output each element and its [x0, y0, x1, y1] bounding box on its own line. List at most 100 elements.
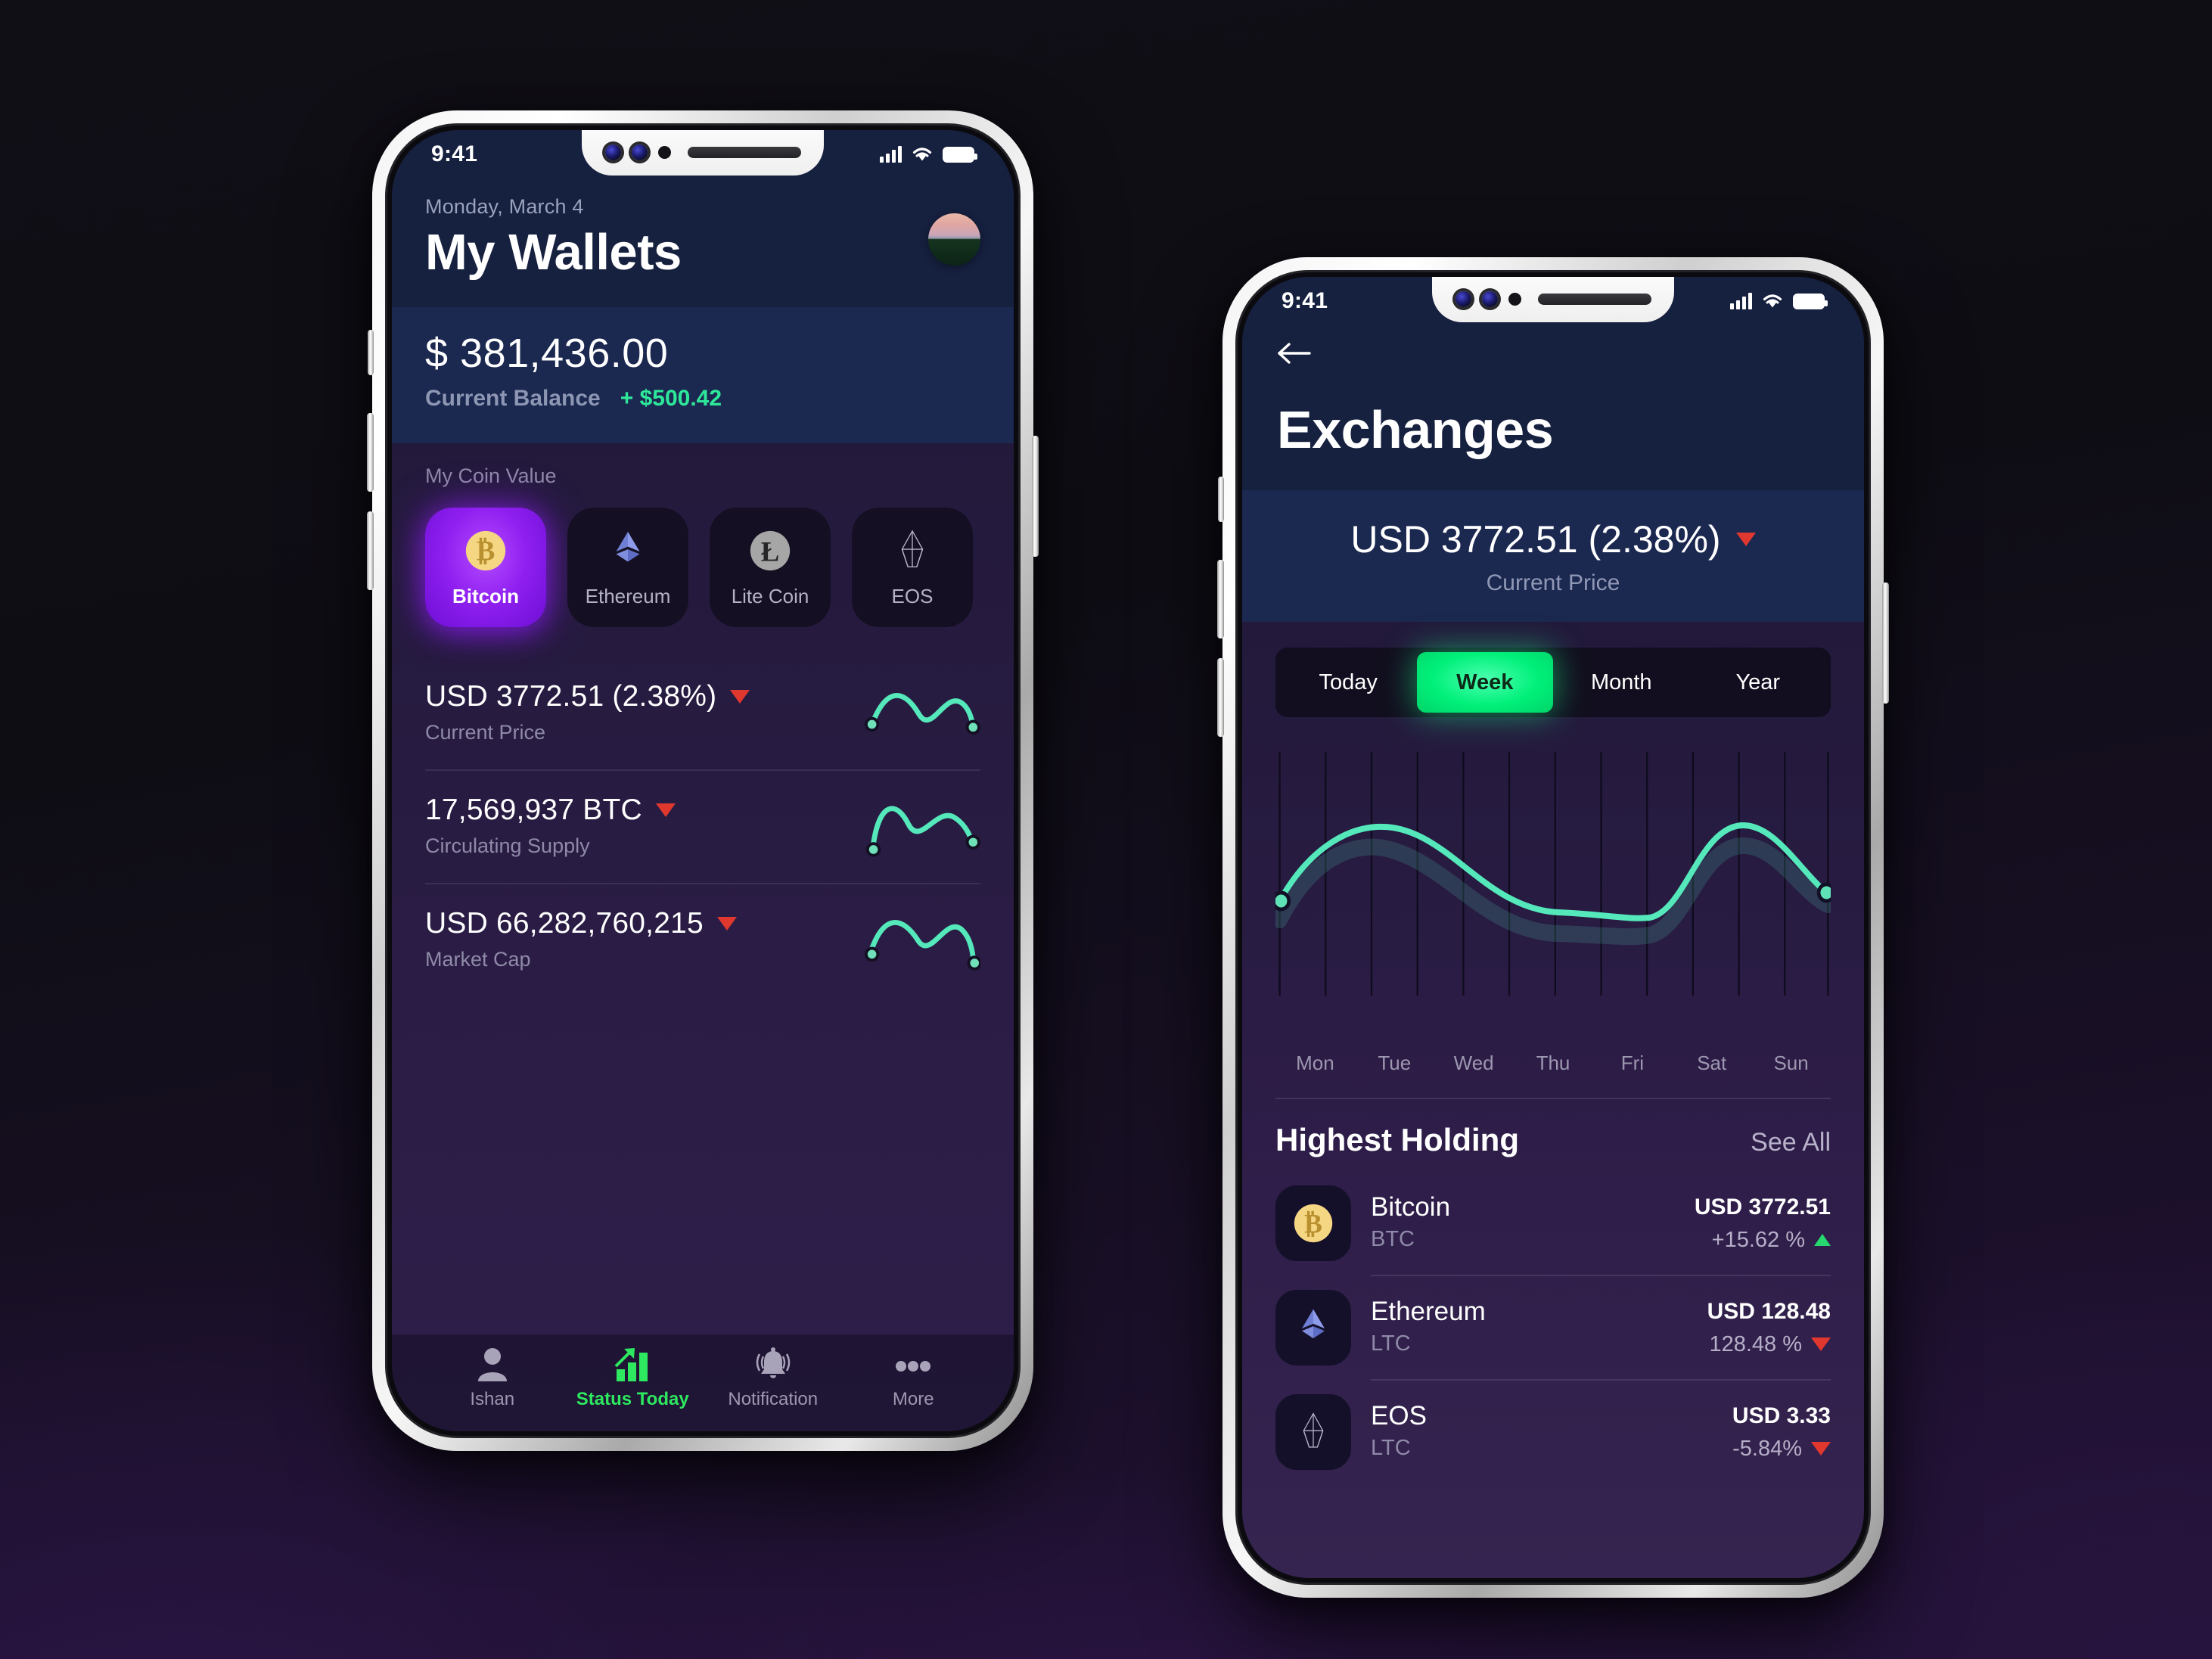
x-tick-fri: Fri	[1620, 1052, 1645, 1074]
wallets-screen: 9:41 Monday, March 4 My Wallets $ 381,43…	[392, 130, 1014, 1431]
coin-chip-bitcoin[interactable]: ₿ Bitcoin	[425, 508, 546, 627]
trend-down-icon	[730, 689, 750, 704]
chart-gridlines	[1278, 752, 1829, 996]
sparkline-current-price	[864, 693, 980, 735]
earpiece-speaker	[687, 146, 801, 158]
trend-down-icon	[716, 916, 737, 930]
coin-stats-list: USD 3772.51 (2.38%) Current Price 17,569…	[425, 657, 1014, 996]
bar-chart-arrow-icon	[614, 1348, 648, 1381]
x-tick-sun: Sun	[1773, 1052, 1809, 1074]
stat-value: USD 66,282,760,215	[425, 906, 704, 940]
holding-symbol: LTC	[1371, 1331, 1411, 1356]
holding-price: USD 128.48	[1707, 1298, 1831, 1324]
stat-label: Circulating Supply	[425, 834, 590, 857]
signal-bars-icon	[880, 146, 902, 163]
coin-chip-label: Ethereum	[585, 584, 671, 607]
holding-icon-wrap	[1275, 1290, 1351, 1365]
volume-up-button-left[interactable]	[367, 413, 374, 492]
stat-label: Current Price	[425, 720, 546, 744]
tab-label: Ishan	[470, 1389, 515, 1409]
see-all-link[interactable]: See All	[1751, 1128, 1831, 1157]
face-id-sensor-icon	[631, 144, 648, 160]
bitcoin-icon: ₿	[465, 530, 506, 570]
device-notch	[582, 130, 824, 176]
x-tick-tue: Tue	[1378, 1052, 1412, 1074]
holding-change: +15.62 %	[1711, 1227, 1805, 1252]
coin-selector-list: ₿ Bitcoin Ethereum Ł Lite Coin EOS	[425, 508, 1014, 627]
holdings-list: ₿ Bitcoin BTC USD 3772.51 +15.62 % Ether…	[1275, 1172, 1831, 1483]
person-icon	[477, 1348, 507, 1381]
mute-switch-left[interactable]	[368, 330, 374, 375]
svg-text:₿: ₿	[477, 535, 496, 566]
volume-down-button-left[interactable]	[1217, 658, 1224, 737]
tab-status-today[interactable]: Status Today	[563, 1347, 704, 1410]
current-price-value: USD 3772.51 (2.38%)	[1350, 518, 1721, 561]
power-button-right[interactable]	[1882, 583, 1889, 704]
range-tab-today[interactable]: Today	[1280, 652, 1417, 713]
proximity-sensor-icon	[1508, 292, 1521, 306]
current-price-label: Current Price	[1486, 570, 1620, 595]
sparkline-circulating-supply	[865, 806, 980, 857]
volume-down-button-left[interactable]	[367, 511, 374, 590]
phone-device-exchanges: 9:41 Exchanges USD 3772.51 (2.38%) Curre…	[1217, 257, 1889, 1598]
tab-label: More	[892, 1389, 934, 1409]
stat-row-market-cap[interactable]: USD 66,282,760,215 Market Cap	[425, 884, 980, 996]
earpiece-speaker	[1537, 293, 1651, 305]
range-tab-week[interactable]: Week	[1416, 652, 1553, 713]
time-range-segmented-control: Today Week Month Year	[1275, 648, 1831, 717]
coin-chip-eos[interactable]: EOS	[852, 508, 973, 627]
status-time: 9:41	[1282, 288, 1328, 313]
mute-switch-left[interactable]	[1218, 477, 1224, 522]
tab-ishan[interactable]: Ishan	[422, 1347, 563, 1410]
balance-amount: $ 381,436.00	[425, 331, 669, 376]
holding-row-ethereum[interactable]: Ethereum LTC USD 128.48 128.48 %	[1275, 1276, 1831, 1379]
section-title: Highest Holding	[1275, 1122, 1519, 1157]
svg-text:Ł: Ł	[761, 536, 780, 567]
bell-icon	[756, 1347, 791, 1378]
tab-notification[interactable]: Notification	[703, 1347, 843, 1410]
coin-chip-label: Bitcoin	[452, 584, 520, 607]
coin-chip-litecoin[interactable]: Ł Lite Coin	[710, 508, 831, 627]
eos-icon	[901, 529, 924, 567]
holding-row-bitcoin[interactable]: ₿ Bitcoin BTC USD 3772.51 +15.62 %	[1275, 1172, 1831, 1275]
volume-up-button-left[interactable]	[1217, 560, 1224, 638]
litecoin-icon: Ł	[750, 530, 791, 570]
ethereum-icon	[616, 531, 640, 562]
stat-label: Market Cap	[425, 947, 531, 971]
holding-symbol: BTC	[1371, 1226, 1415, 1251]
x-tick-wed: Wed	[1453, 1052, 1494, 1074]
tab-more[interactable]: More	[843, 1347, 984, 1410]
front-camera-icon	[1455, 290, 1471, 307]
price-line-chart[interactable]	[1271, 746, 1837, 1041]
holding-symbol: LTC	[1371, 1435, 1411, 1460]
stat-row-current-price[interactable]: USD 3772.51 (2.38%) Current Price	[425, 657, 980, 771]
holding-name: Bitcoin	[1371, 1191, 1451, 1222]
stat-value: USD 3772.51 (2.38%)	[425, 679, 717, 713]
proximity-sensor-icon	[657, 145, 671, 159]
stat-value: 17,569,937 BTC	[425, 793, 642, 826]
range-tab-year[interactable]: Year	[1690, 652, 1827, 713]
x-tick-mon: Mon	[1296, 1052, 1334, 1074]
balance-delta: + $500.42	[620, 386, 722, 411]
holding-row-eos[interactable]: EOS LTC USD 3.33 -5.84%	[1275, 1381, 1831, 1483]
chart-point-sun	[1816, 882, 1837, 903]
page-title: Exchanges	[1277, 400, 1554, 459]
coin-chip-ethereum[interactable]: Ethereum	[567, 508, 688, 627]
balance-card: $ 381,436.00 Current Balance + $500.42	[392, 307, 1014, 443]
face-id-sensor-icon	[1481, 290, 1498, 307]
range-tab-month[interactable]: Month	[1553, 652, 1690, 713]
back-arrow-icon[interactable]	[1277, 340, 1312, 366]
avatar[interactable]	[928, 213, 980, 266]
coin-chip-label: Lite Coin	[731, 584, 809, 607]
coin-value-section-label: My Coin Value	[425, 464, 557, 487]
svg-text:₿: ₿	[1304, 1209, 1322, 1239]
trend-down-icon	[1811, 1442, 1831, 1456]
power-button-right[interactable]	[1032, 436, 1039, 557]
holding-price: USD 3.33	[1732, 1403, 1831, 1428]
ethereum-icon	[1302, 1309, 1325, 1339]
holding-name: EOS	[1371, 1400, 1427, 1431]
x-tick-sat: Sat	[1697, 1052, 1727, 1074]
eos-icon	[1303, 1412, 1324, 1448]
bottom-tab-bar: Ishan Status Today Notification More	[392, 1334, 1014, 1431]
stat-row-circulating-supply[interactable]: 17,569,937 BTC Circulating Supply	[425, 771, 980, 884]
